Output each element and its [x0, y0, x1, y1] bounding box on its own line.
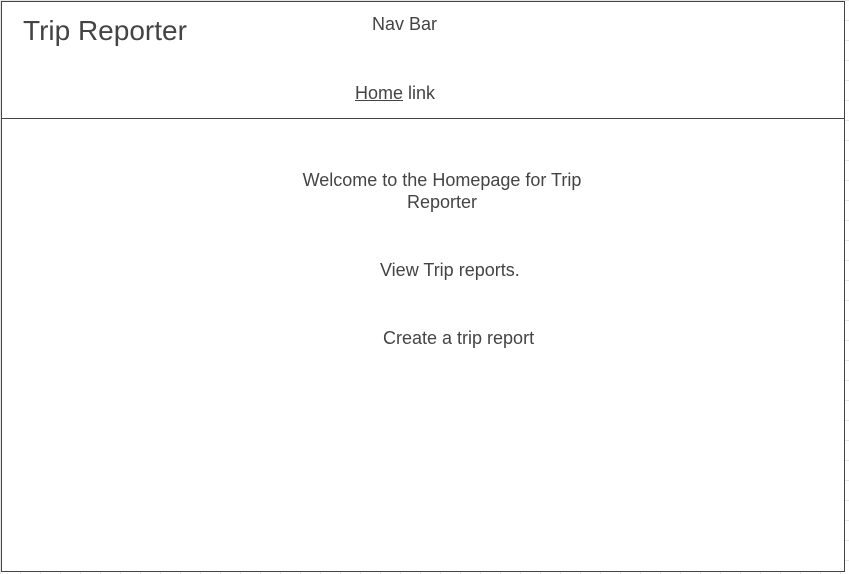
home-link[interactable]: Home [355, 83, 403, 103]
create-trip-report-link[interactable]: Create a trip report [383, 328, 534, 349]
app-title: Trip Reporter [23, 15, 187, 46]
home-link-suffix: link [403, 83, 436, 103]
page-frame: Trip Reporter Nav Bar Home link Welcome … [1, 1, 845, 572]
nav-bar-label: Nav Bar [372, 14, 438, 34]
view-trip-reports-link[interactable]: View Trip reports. [380, 260, 520, 281]
header: Trip Reporter Nav Bar Home link [2, 2, 844, 119]
home-link-container: Home link [355, 83, 435, 104]
welcome-text: Welcome to the Homepage for Trip Reporte… [302, 170, 582, 212]
